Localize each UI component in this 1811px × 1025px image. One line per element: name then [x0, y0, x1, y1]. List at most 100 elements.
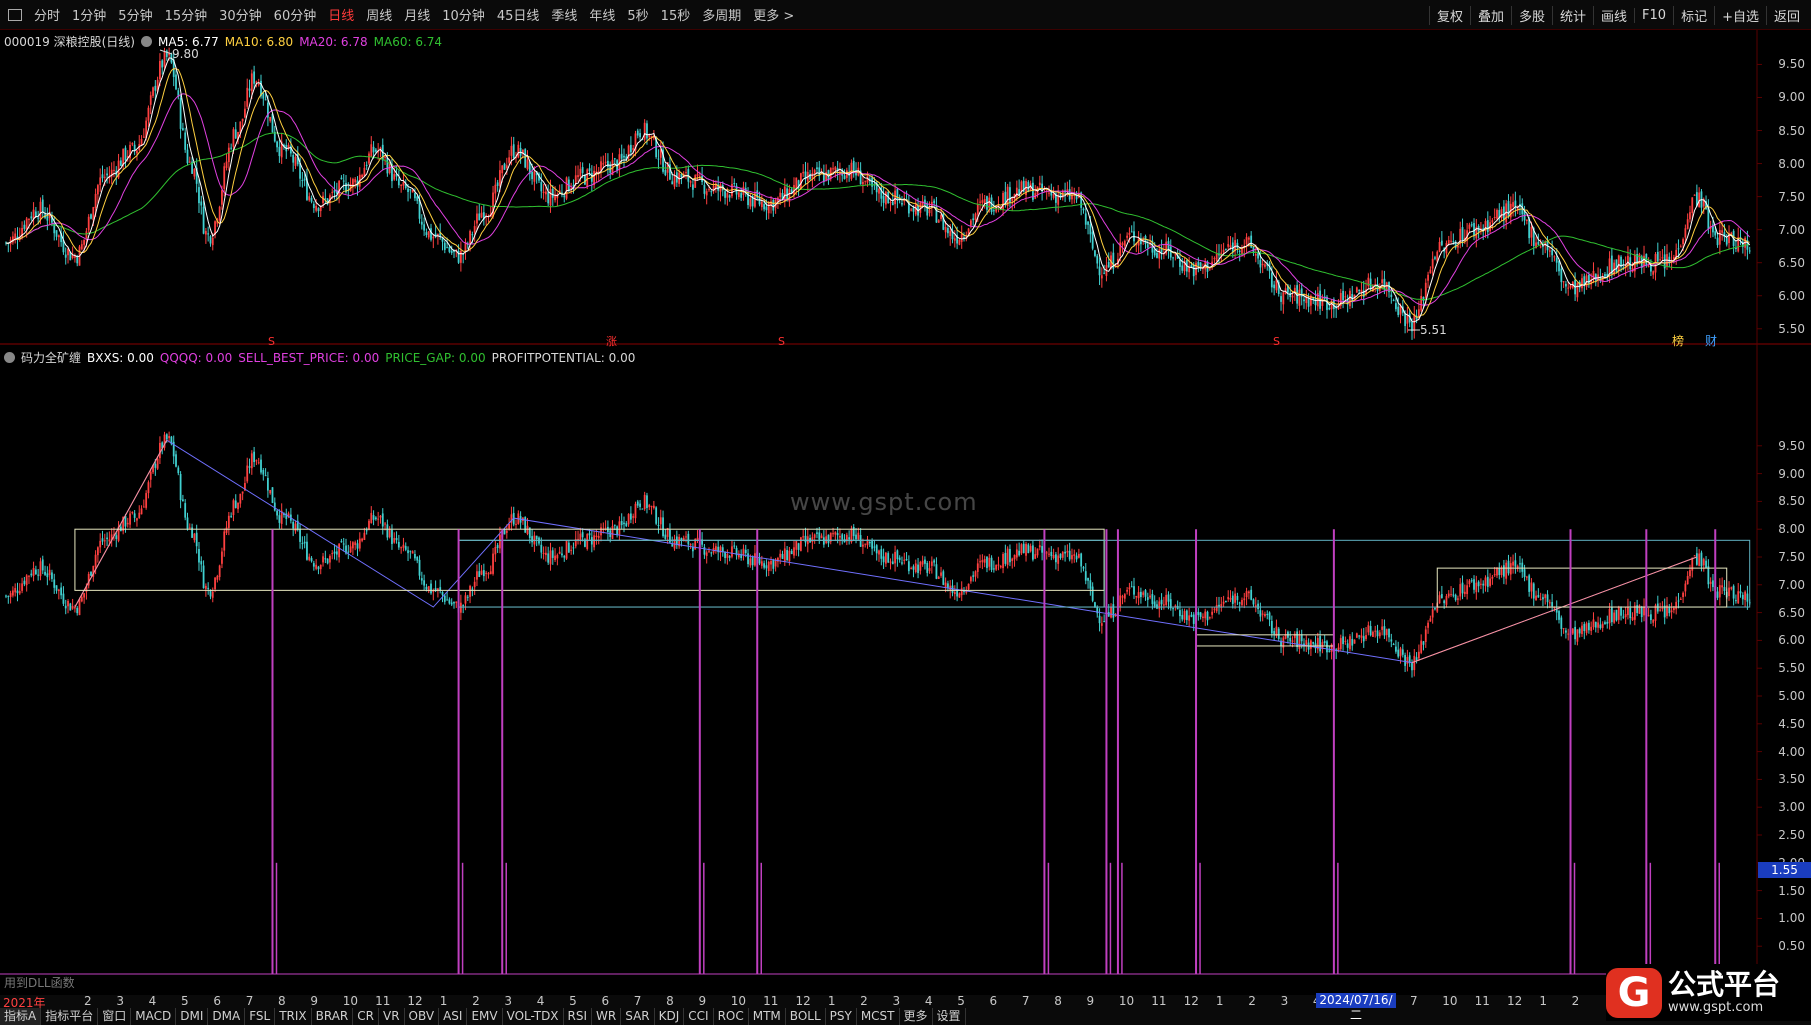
candle-body — [517, 144, 520, 158]
indicator-tab-11[interactable]: OBV — [405, 1008, 440, 1025]
candle-body — [620, 521, 623, 526]
indicator-tab-6[interactable]: FSL — [245, 1008, 276, 1025]
window-icon[interactable] — [8, 8, 22, 21]
right-tool-8[interactable]: 返回 — [1765, 5, 1807, 25]
candle-body — [515, 523, 517, 525]
period-tab-9[interactable]: 10分钟 — [436, 5, 491, 24]
candle-body — [159, 60, 161, 80]
candle-body — [1647, 615, 1650, 617]
right-tool-3[interactable]: 统计 — [1552, 5, 1593, 25]
indicator-axis-tick: 9.00 — [1778, 466, 1805, 481]
indicator-tab-25[interactable]: 更多 — [900, 1008, 933, 1025]
candle-body — [473, 226, 476, 233]
indicator-tab-18[interactable]: KDJ — [655, 1008, 685, 1025]
candle-body — [586, 534, 589, 549]
candle-body — [880, 549, 883, 559]
indicator-tab-3[interactable]: MACD — [131, 1008, 177, 1025]
indicator-tab-14[interactable]: VOL-TDX — [503, 1008, 564, 1025]
period-tab-4[interactable]: 30分钟 — [213, 5, 268, 24]
candle-body — [652, 505, 655, 509]
candle-body — [1310, 640, 1312, 649]
candle-body — [1236, 595, 1239, 601]
indicator-tab-17[interactable]: SAR — [621, 1008, 655, 1025]
right-tool-2[interactable]: 多股 — [1510, 5, 1552, 25]
indicator-tab-21[interactable]: MTM — [749, 1008, 786, 1025]
period-tab-8[interactable]: 月线 — [398, 5, 436, 24]
period-tab-6[interactable]: 日线 — [322, 5, 360, 24]
period-tab-12[interactable]: 年线 — [583, 5, 621, 24]
candle-body — [292, 522, 295, 529]
indicator-tab-22[interactable]: BOLL — [786, 1008, 826, 1025]
indicator-tab-13[interactable]: EMV — [467, 1008, 503, 1025]
period-tab-14[interactable]: 15秒 — [655, 5, 697, 24]
candle-body — [926, 562, 929, 573]
candle-body — [361, 174, 363, 178]
candle-body — [1422, 296, 1425, 301]
candle-body — [1424, 629, 1427, 643]
candle-body — [873, 546, 876, 548]
candle-body — [868, 541, 871, 544]
candle-body — [1229, 598, 1232, 600]
indicator-tab-26[interactable]: 设置 — [933, 1008, 966, 1025]
indicator-tab-0[interactable]: 指标A — [0, 1008, 42, 1025]
period-tab-15[interactable]: 多周期 — [696, 5, 747, 24]
period-tab-13[interactable]: 5秒 — [621, 5, 654, 24]
candle-body — [705, 191, 708, 196]
candle-body — [1323, 641, 1326, 644]
candle-body — [416, 556, 419, 561]
candle-body — [450, 250, 453, 254]
right-tool-4[interactable]: 画线 — [1593, 5, 1634, 25]
indicator-tab-1[interactable]: 指标平台 — [41, 1008, 99, 1025]
candle-body — [673, 175, 676, 187]
indicator-tab-4[interactable]: DMI — [176, 1008, 209, 1025]
indicator-tab-24[interactable]: MCST — [857, 1008, 900, 1025]
candle-body — [714, 546, 717, 551]
candle-body — [561, 553, 563, 556]
candle-body — [273, 502, 276, 511]
indicator-tab-9[interactable]: CR — [353, 1008, 379, 1025]
right-tool-0[interactable]: 复权 — [1428, 5, 1470, 25]
right-tool-5[interactable]: F10 — [1634, 7, 1673, 23]
candle-body — [278, 515, 281, 523]
period-tab-11[interactable]: 季线 — [545, 5, 583, 24]
candle-body — [30, 216, 33, 219]
candle-body — [1509, 563, 1512, 575]
indicator-tab-8[interactable]: BRAR — [312, 1008, 354, 1025]
indicator-tab-10[interactable]: VR — [379, 1008, 405, 1025]
right-tool-6[interactable]: 标记 — [1673, 5, 1714, 25]
period-tab-5[interactable]: 60分钟 — [268, 5, 323, 24]
indicator-tab-16[interactable]: WR — [592, 1008, 622, 1025]
indicator-tab-19[interactable]: CCI — [684, 1008, 714, 1025]
indicator-tab-15[interactable]: RSI — [564, 1008, 593, 1025]
main-axis-tick: 8.50 — [1778, 123, 1805, 138]
candle-body — [342, 543, 345, 545]
candle-body — [1254, 253, 1257, 256]
indicator-tab-5[interactable]: DMA — [208, 1008, 246, 1025]
candle-body — [558, 551, 561, 554]
period-tab-10[interactable]: 45日线 — [491, 5, 546, 24]
candle-body — [1525, 576, 1528, 578]
right-tool-1[interactable]: 叠加 — [1469, 5, 1511, 25]
candle-body — [967, 583, 970, 590]
indicator-tab-23[interactable]: PSY — [826, 1008, 857, 1025]
period-tab-16[interactable]: 更多 > — [747, 5, 800, 24]
candle-body — [306, 541, 308, 560]
period-tab-7[interactable]: 周线 — [360, 5, 398, 24]
indicator-tab-20[interactable]: ROC — [714, 1008, 749, 1025]
candle-body — [267, 477, 269, 491]
candle-body — [563, 556, 566, 558]
candle-body — [168, 436, 171, 439]
period-tab-2[interactable]: 5分钟 — [112, 5, 158, 24]
candle-body — [822, 537, 825, 545]
indicator-tab-7[interactable]: TRIX — [275, 1008, 312, 1025]
period-tab-0[interactable]: 分时 — [28, 5, 66, 24]
right-tool-7[interactable]: +自选 — [1714, 5, 1766, 25]
candle-body — [878, 550, 880, 555]
indicator-tab-12[interactable]: ASI — [439, 1008, 468, 1025]
period-tab-3[interactable]: 15分钟 — [159, 5, 214, 24]
candle-body — [1652, 271, 1655, 275]
candle-body — [108, 539, 111, 542]
indicator-tab-2[interactable]: 窗口 — [98, 1008, 132, 1025]
period-tab-1[interactable]: 1分钟 — [66, 5, 112, 24]
candle-body — [1218, 604, 1220, 607]
